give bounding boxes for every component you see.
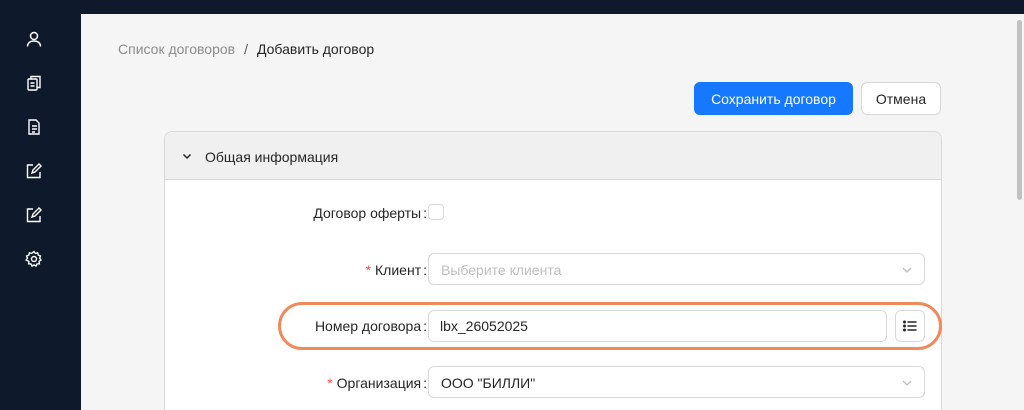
- document-list-icon[interactable]: [24, 117, 44, 137]
- contract-number-list-button[interactable]: [895, 310, 925, 342]
- documents-icon[interactable]: [24, 73, 44, 93]
- sidebar: [0, 0, 81, 410]
- breadcrumb-current: Добавить договор: [256, 41, 375, 57]
- client-select-placeholder: Выберите клиента: [441, 262, 562, 278]
- panel-title: Общая информация: [205, 149, 339, 165]
- scrollbar-thumb[interactable]: [1017, 20, 1022, 200]
- save-contract-button[interactable]: Сохранить договор: [694, 82, 853, 115]
- organization-label: * Организация:: [327, 375, 427, 391]
- breadcrumb-contracts-link[interactable]: Список договоров: [118, 41, 235, 57]
- chevron-down-icon: [902, 267, 912, 273]
- contract-number-input[interactable]: [428, 310, 887, 342]
- gear-icon[interactable]: [24, 249, 44, 269]
- breadcrumb-separator: /: [244, 41, 248, 57]
- edit-square-icon[interactable]: [24, 205, 44, 225]
- client-select[interactable]: Выберите клиента: [428, 253, 925, 285]
- chevron-down-icon: [902, 380, 912, 386]
- list-icon: [903, 320, 917, 332]
- client-label: * Клиент:: [365, 262, 427, 278]
- edit-square-icon[interactable]: [24, 161, 44, 181]
- chevron-down-icon: [182, 153, 192, 160]
- general-info-panel-header[interactable]: Общая информация: [165, 132, 941, 180]
- cancel-button[interactable]: Отмена: [861, 82, 941, 115]
- breadcrumb: Список договоров / Добавить договор: [118, 40, 374, 58]
- organization-select-value: ООО "БИЛЛИ": [441, 375, 536, 391]
- offer-contract-label: Договор оферты:: [313, 205, 427, 221]
- user-icon[interactable]: [24, 29, 44, 49]
- organization-select[interactable]: ООО "БИЛЛИ": [428, 366, 925, 398]
- offer-contract-checkbox[interactable]: [428, 204, 444, 220]
- top-bar: [0, 0, 1024, 14]
- contract-number-label: Номер договора:: [314, 318, 427, 334]
